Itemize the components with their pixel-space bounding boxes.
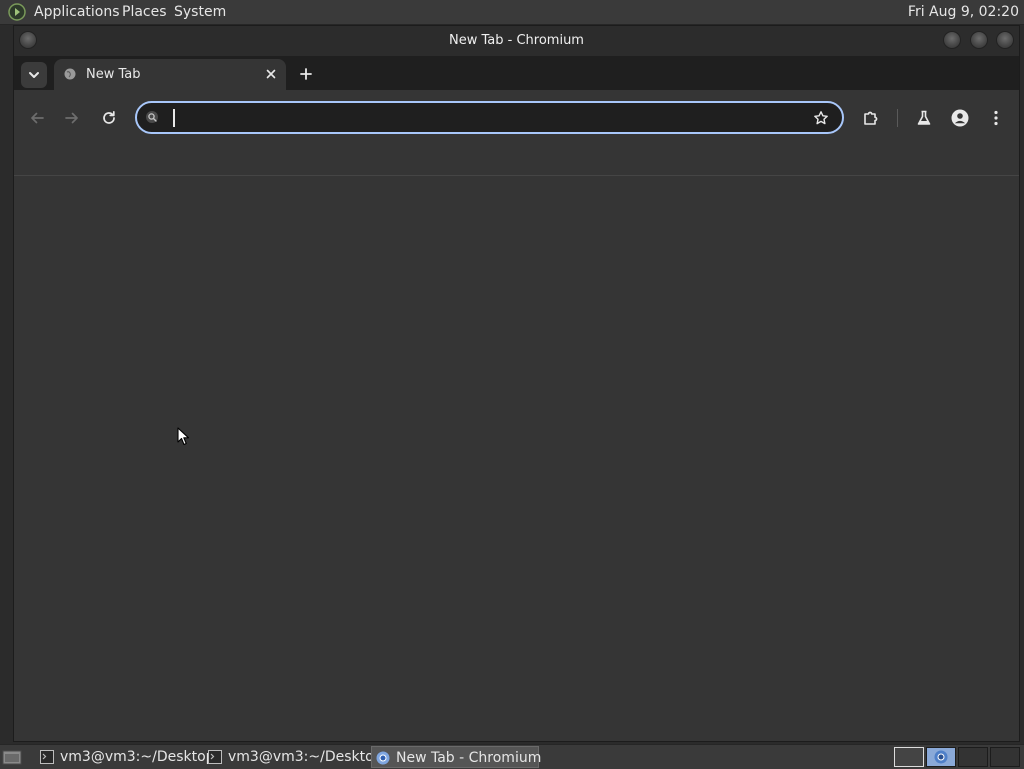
puzzle-icon [864,111,878,125]
taskbar-item-label: New Tab - Chromium [396,750,542,766]
toolbar-separator [897,109,898,127]
new-tab-button[interactable] [298,66,314,82]
text-caret [173,109,175,127]
bookmarks-bar [14,145,1019,176]
close-icon[interactable] [264,67,278,81]
tab-title: New Tab [86,67,141,82]
close-window-button[interactable] [996,31,1014,49]
page-content[interactable] [14,176,1019,741]
globe-icon [64,68,76,80]
taskbar-item-terminal-1[interactable]: vm3@vm3:~/Desktop [36,746,215,768]
extensions-button[interactable] [862,109,880,127]
top-panel: Applications Places System Fri Aug 9, 02… [0,0,1024,25]
taskbar-item-label: vm3@vm3:~/Desktop [60,749,215,765]
forward-button[interactable] [63,109,81,127]
star-icon[interactable] [813,110,829,126]
chromium-icon [934,750,948,764]
labs-button[interactable] [915,109,933,127]
search-icon [145,110,161,126]
places-menu[interactable]: Places [122,0,167,24]
taskbar-item-chromium[interactable]: New Tab - Chromium [371,746,542,768]
profile-button[interactable] [951,109,969,127]
terminal-icon [40,750,54,764]
tab-strip: New Tab [14,56,1019,90]
terminal-icon [208,750,222,764]
minimize-button[interactable] [943,31,961,49]
window-title: New Tab - Chromium [449,33,584,48]
reload-icon [103,110,115,124]
workspace-4[interactable] [990,747,1020,767]
plus-icon [300,68,312,80]
reload-button[interactable] [100,109,118,127]
flask-icon [917,110,931,125]
bottom-panel: vm3@vm3:~/Desktop vm3@vm3:~/Desktop New … [0,744,1024,769]
back-button[interactable] [28,109,46,127]
arrow-left-icon [31,112,44,124]
tab-new-tab[interactable]: New Tab [54,59,286,90]
applications-logo-icon[interactable] [8,3,26,21]
tab-search-button[interactable] [21,62,47,88]
window-titlebar[interactable]: New Tab - Chromium [14,26,1019,56]
address-bar[interactable] [135,101,844,134]
browser-window: New Tab - Chromium New Tab [13,25,1020,742]
workspace-1[interactable] [894,747,924,767]
workspace-2[interactable] [926,747,956,767]
browser-menu-button[interactable] [987,109,1005,127]
chevron-down-icon [29,72,39,78]
system-menu[interactable]: System [174,0,226,24]
chromium-icon [376,751,390,765]
workspace-3[interactable] [958,747,988,767]
applications-menu[interactable]: Applications [34,0,120,24]
address-input[interactable] [171,107,795,130]
show-desktop-button[interactable] [2,748,22,766]
kebab-menu-icon [994,110,998,126]
browser-toolbar [14,90,1019,145]
desktop-icon [2,750,22,765]
taskbar-item-label: vm3@vm3:~/Desktop [228,749,383,765]
taskbar-item-terminal-2[interactable]: vm3@vm3:~/Desktop [204,746,383,768]
clock[interactable]: Fri Aug 9, 02:20 [908,0,1019,24]
arrow-right-icon [65,112,78,124]
mouse-cursor-icon [177,427,191,447]
maximize-button[interactable] [970,31,988,49]
avatar-icon [951,109,969,127]
